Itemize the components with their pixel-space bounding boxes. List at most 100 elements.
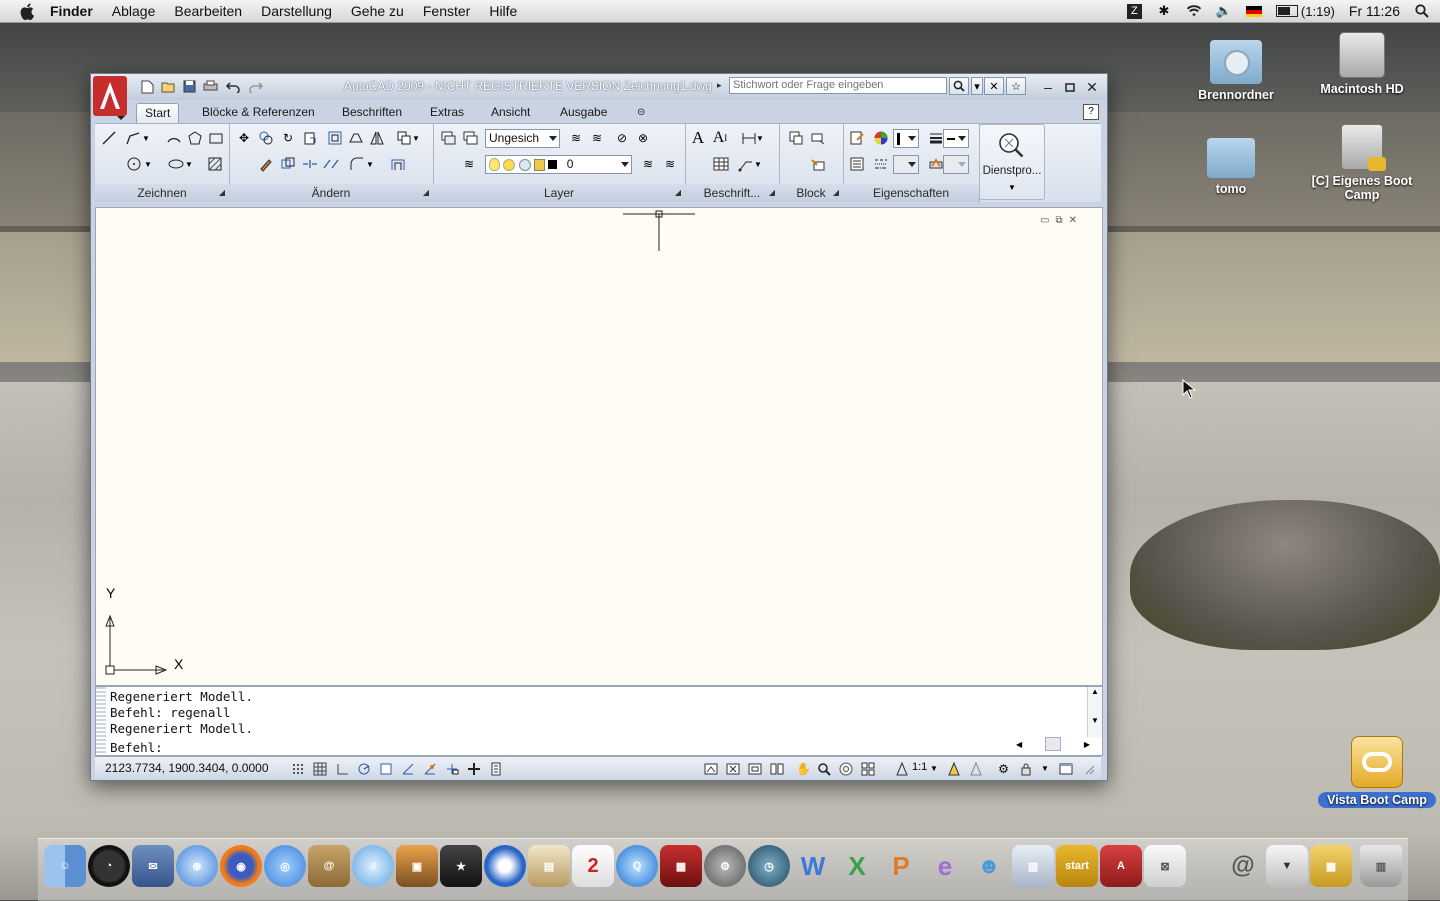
dvd-player-icon[interactable]: ◉ — [484, 845, 526, 887]
print-icon[interactable] — [202, 79, 218, 94]
stretch-icon[interactable] — [347, 129, 365, 147]
tab-extras[interactable]: Extras — [422, 103, 472, 122]
polyline-icon[interactable] — [124, 129, 142, 147]
fillet-icon[interactable] — [348, 155, 366, 173]
layer-off-icon[interactable]: ⊘ — [613, 129, 631, 147]
leader-dropdown-icon[interactable]: ▼ — [753, 155, 763, 173]
layer-previous-icon[interactable]: ≋ — [661, 155, 679, 173]
circle-dropdown-icon[interactable]: ▼ — [143, 155, 153, 173]
address-book-icon[interactable]: @ — [308, 845, 350, 887]
grid-icon[interactable] — [311, 760, 328, 777]
archive-stack-icon[interactable]: ▦ — [1310, 845, 1352, 887]
layout-icon[interactable] — [724, 760, 741, 777]
help-icon[interactable]: ? — [1083, 104, 1099, 120]
match-properties-icon[interactable] — [848, 129, 866, 147]
panel-expand-icon[interactable]: ▼ — [980, 183, 1044, 192]
command-horizontal-scrollbar[interactable]: ◀ ▶ — [1016, 737, 1090, 751]
desktop-icon-tomo[interactable]: tomo — [1176, 138, 1286, 196]
multiline-text-icon[interactable]: A — [689, 128, 707, 147]
layer-state-combo[interactable]: Ungesich — [485, 129, 560, 148]
tab-beschriften[interactable]: Beschriften — [334, 103, 410, 122]
break-icon[interactable] — [301, 155, 319, 173]
script-menu-icon[interactable]: Z — [1126, 3, 1142, 19]
excel-icon[interactable]: X — [836, 845, 878, 887]
desktop-icon-vista-boot-camp[interactable]: Vista Boot Camp — [1318, 736, 1436, 808]
polygon-icon[interactable] — [186, 129, 204, 147]
menu-finder[interactable]: Finder — [50, 3, 93, 19]
favorites-star-icon[interactable]: ☆ — [1006, 77, 1026, 95]
object-snap-icon[interactable] — [377, 760, 394, 777]
pan-icon[interactable]: ✋ — [795, 760, 812, 777]
layer-state-icon[interactable] — [461, 129, 479, 147]
menu-gehe-zu[interactable]: Gehe zu — [351, 3, 404, 19]
tab-start[interactable]: Start — [136, 103, 180, 123]
panel-dienstprogramme[interactable]: Dienstpro... ▼ — [979, 124, 1045, 200]
spotlight-search-icon[interactable] — [1414, 3, 1430, 19]
array-dropdown-icon[interactable]: ▼ — [411, 129, 421, 147]
apple-icon[interactable] — [18, 2, 36, 20]
rectangle-icon[interactable] — [207, 129, 225, 147]
new-file-icon[interactable] — [139, 79, 155, 94]
applications-folder-icon[interactable]: ▥ — [1012, 845, 1054, 887]
lineweight-toggle-icon[interactable] — [465, 760, 482, 777]
panel-label[interactable]: Block ◢ — [779, 184, 843, 202]
infocenter-search-input[interactable] — [729, 77, 947, 94]
circle-icon[interactable] — [125, 155, 143, 173]
maximize-window-button[interactable] — [1061, 78, 1079, 96]
model-space-icon[interactable] — [702, 760, 719, 777]
zoom-icon[interactable] — [815, 760, 832, 777]
search-icon[interactable] — [949, 77, 969, 95]
bluetooth-icon[interactable]: ✱ — [1156, 3, 1172, 19]
hatch-icon[interactable] — [206, 155, 224, 173]
communication-center-icon[interactable]: ✕ — [984, 77, 1004, 95]
layer-freeze-icon[interactable]: ⊗ — [634, 129, 652, 147]
join-icon[interactable] — [322, 155, 340, 173]
itunes-icon[interactable]: ♫ — [352, 845, 394, 887]
menu-fenster[interactable]: Fenster — [423, 3, 470, 19]
time-machine-icon[interactable]: ◷ — [748, 845, 790, 887]
menu-darstellung[interactable]: Darstellung — [261, 3, 332, 19]
layer-match-icon[interactable]: ≋ — [460, 155, 478, 173]
ellipse-dropdown-icon[interactable]: ▼ — [184, 155, 194, 173]
command-window-grip[interactable] — [96, 687, 106, 755]
iphoto-icon[interactable]: ▣ — [396, 845, 438, 887]
save-icon[interactable] — [181, 79, 197, 94]
quick-properties-icon[interactable] — [487, 760, 504, 777]
steering-wheel-icon[interactable] — [837, 760, 854, 777]
workspace-gear-icon[interactable]: ⚙ — [995, 760, 1012, 777]
minimize-window-button[interactable]: – — [1039, 78, 1057, 96]
annotation-scale-dropdown-icon[interactable]: ▼ — [929, 760, 939, 777]
dynamic-ucs-icon[interactable] — [421, 760, 438, 777]
messenger-icon[interactable]: ☻ — [968, 845, 1010, 887]
tab-ansicht[interactable]: Ansicht — [483, 103, 538, 122]
fillet-dropdown-icon[interactable]: ▼ — [365, 155, 375, 173]
current-layer-combo[interactable]: 0 — [485, 155, 632, 174]
drawing-area[interactable]: ▭ ⧉ ✕ Y X — [95, 207, 1103, 686]
arc-icon[interactable] — [165, 129, 183, 147]
linetype-combo[interactable] — [893, 155, 919, 174]
ichat-icon[interactable]: ◎ — [264, 845, 306, 887]
ortho-icon[interactable] — [333, 760, 350, 777]
snap-mode-icon[interactable] — [289, 760, 306, 777]
ribbon-options-icon[interactable]: ⊝ — [629, 103, 653, 122]
offset-icon[interactable] — [389, 155, 407, 173]
menu-hilfe[interactable]: Hilfe — [489, 3, 517, 19]
panel-label[interactable]: Eigenschaften — [843, 184, 979, 202]
quick-view-layouts-icon[interactable] — [746, 760, 763, 777]
dashboard-icon[interactable]: ◔ — [88, 845, 130, 887]
panel-label[interactable]: Zeichnen ◢ — [95, 184, 229, 202]
desktop-icon-eigenes-boot-camp[interactable]: [C] Eigenes Boot Camp — [1307, 124, 1417, 202]
tab-ausgabe[interactable]: Ausgabe — [552, 103, 615, 122]
mirror-icon[interactable] — [368, 129, 386, 147]
dynamic-input-icon[interactable] — [443, 760, 460, 777]
safari-icon[interactable]: ⊕ — [176, 845, 218, 887]
copy-icon[interactable] — [257, 129, 275, 147]
annotation-scale-icon[interactable] — [893, 760, 910, 777]
trash-icon[interactable]: ▥ — [1360, 845, 1402, 887]
lineweight-combo[interactable] — [943, 129, 969, 148]
search-dropdown-icon[interactable]: ▾ — [971, 77, 983, 95]
command-window[interactable]: Regeneriert Modell. Befehl: regenall Reg… — [95, 686, 1103, 756]
clean-screen-icon[interactable] — [1057, 760, 1074, 777]
battery-status[interactable]: (1:19) — [1275, 4, 1335, 19]
command-prompt[interactable]: Befehl: — [110, 740, 163, 755]
